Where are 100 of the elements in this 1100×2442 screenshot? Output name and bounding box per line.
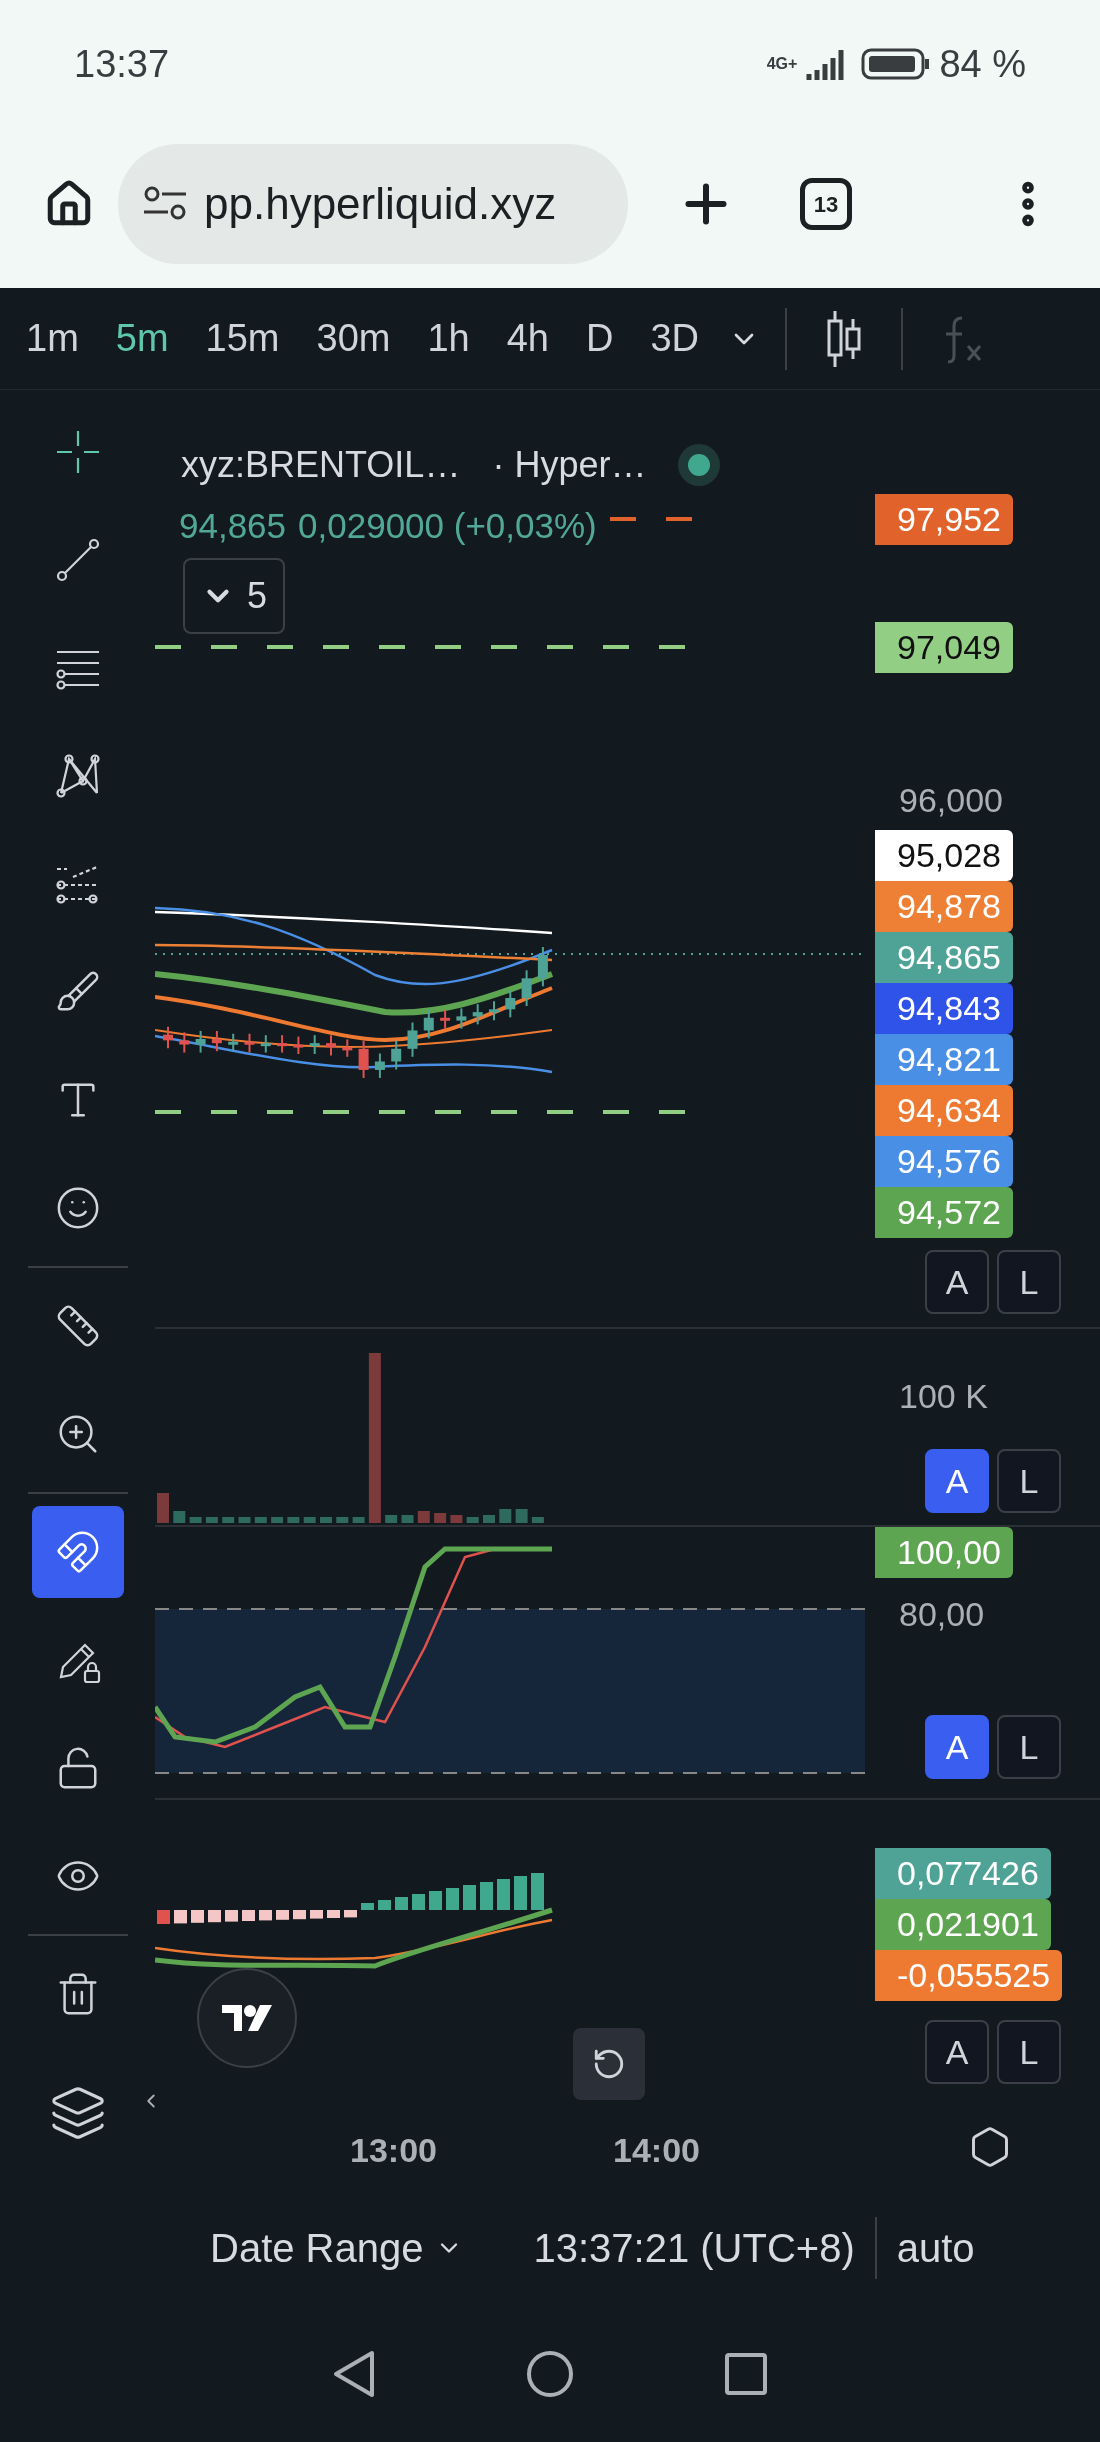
candle (277, 1034, 288, 1054)
volume-bar (336, 1517, 349, 1523)
timeframe-tab[interactable]: 4h (506, 310, 549, 367)
scale-toggle[interactable]: A (925, 1250, 989, 1314)
candle (423, 1008, 434, 1040)
volume-bar (222, 1517, 235, 1523)
volume-bar (254, 1517, 267, 1523)
volume-bar (320, 1517, 332, 1523)
volume-bar (287, 1517, 300, 1523)
url-text: pp.hyperliquid.xyz (204, 178, 557, 230)
histogram-bar (429, 1891, 442, 1910)
histogram-bar (174, 1910, 187, 1924)
price-label: 94,865 (875, 932, 1013, 983)
timeframe-tab[interactable]: 3D (650, 310, 700, 367)
histogram-bar (191, 1910, 204, 1923)
candle (260, 1034, 271, 1054)
price-label: 0,077426 (875, 1848, 1051, 1899)
histogram-bar (208, 1910, 221, 1923)
histogram-bar (395, 1897, 408, 1910)
address-bar[interactable]: pp.hyperliquid.xyz (118, 144, 628, 264)
candle (326, 1034, 336, 1057)
histogram-bar (276, 1910, 289, 1920)
clock-time: 13:37:21 (UTC+8) (533, 2224, 855, 2272)
histogram-bar (361, 1903, 374, 1910)
histogram-bar (242, 1910, 255, 1921)
histogram-bar (225, 1910, 238, 1922)
timeframe-tab[interactable]: D (586, 310, 614, 367)
price-label: 94,821 (875, 1034, 1013, 1085)
back-icon[interactable] (332, 2348, 376, 2399)
histogram-bar (480, 1882, 493, 1910)
scale-toggle[interactable]: L (997, 1715, 1061, 1779)
battery-percent: 84 % (939, 41, 1026, 87)
battery-icon (861, 46, 932, 82)
timeframe-tab[interactable]: 30m (316, 310, 391, 367)
price-label: 94,878 (875, 881, 1013, 932)
stochastic-tick: 80,00 (899, 1594, 985, 1635)
network-type: 4G+ (766, 54, 798, 74)
histogram-bar (310, 1910, 323, 1919)
timeframe-tab[interactable]: 5m (115, 310, 169, 367)
reset-icon (592, 2047, 626, 2081)
date-range-button[interactable]: Date Range (210, 2217, 464, 2278)
home-circle-icon[interactable] (526, 2349, 574, 2398)
recents-icon[interactable] (724, 2351, 768, 2396)
tab-count-button[interactable]: 13 (800, 178, 852, 230)
volume-tick: 100 K (899, 1376, 988, 1417)
price-label: 0,021901 (875, 1899, 1051, 1950)
histogram-bar (293, 1910, 306, 1920)
candle (472, 1003, 483, 1026)
scale-toggle[interactable]: A (925, 1449, 989, 1513)
volume-bar (499, 1509, 512, 1523)
drawing-tool[interactable] (31, 1506, 124, 1598)
histogram-bar (344, 1910, 357, 1918)
timeframe-tab[interactable]: 1m (26, 310, 79, 367)
price-change: 0,029000 (+0,03%) (298, 505, 597, 547)
histogram-bar (259, 1910, 272, 1921)
reset-chart-button[interactable] (573, 2028, 645, 2100)
volume-bar (271, 1517, 284, 1523)
candle (228, 1032, 239, 1053)
scale-toggle[interactable]: L (997, 2020, 1061, 2084)
volume-bar (466, 1517, 479, 1523)
scale-toggle[interactable]: L (997, 1449, 1061, 1513)
candle (211, 1029, 222, 1053)
price-label: 94,634 (875, 1085, 1013, 1136)
candle (489, 1000, 499, 1022)
price-label: 94,572 (875, 1187, 1013, 1238)
time-tick: 14:00 (613, 2130, 700, 2171)
candle (521, 969, 532, 1008)
volume-bar (515, 1509, 528, 1523)
histogram-bar (463, 1885, 476, 1910)
scale-toggle[interactable]: L (997, 1250, 1061, 1314)
last-price: 94,865 (179, 505, 287, 547)
volume-bar (531, 1517, 544, 1523)
price-label: -0,055525 (875, 1950, 1063, 2001)
histogram-bar (157, 1910, 170, 1924)
time-tick: 13:00 (350, 2130, 437, 2171)
timeframe-tab[interactable]: 15m (205, 310, 280, 367)
exchange-name: · Hyper… (492, 443, 647, 487)
volume-bar (238, 1517, 251, 1523)
candle (407, 1021, 418, 1058)
symbol-name[interactable]: xyz:BRENTOIL… (181, 438, 461, 492)
scale-toggle[interactable]: A (925, 2020, 989, 2084)
price-label: 97,049 (875, 622, 1013, 673)
volume-bar (417, 1511, 430, 1523)
indicators-toggle[interactable]: 5 (183, 558, 286, 634)
candle (358, 1039, 369, 1079)
volume-bar (434, 1513, 447, 1523)
histogram-bar (514, 1876, 527, 1910)
histogram-bar (327, 1910, 340, 1918)
timeframe-tab[interactable]: 1h (427, 310, 470, 367)
candle (374, 1052, 385, 1079)
volume-bar (189, 1517, 202, 1523)
auto-scale-button[interactable]: auto (896, 2217, 975, 2278)
candle (195, 1029, 206, 1054)
magnet-icon (54, 1529, 101, 1575)
histogram-bar (412, 1894, 425, 1910)
candle (179, 1031, 190, 1054)
candle (391, 1039, 402, 1071)
scale-toggle[interactable]: A (925, 1715, 989, 1779)
volume-bar (450, 1515, 463, 1523)
candle (309, 1034, 320, 1055)
